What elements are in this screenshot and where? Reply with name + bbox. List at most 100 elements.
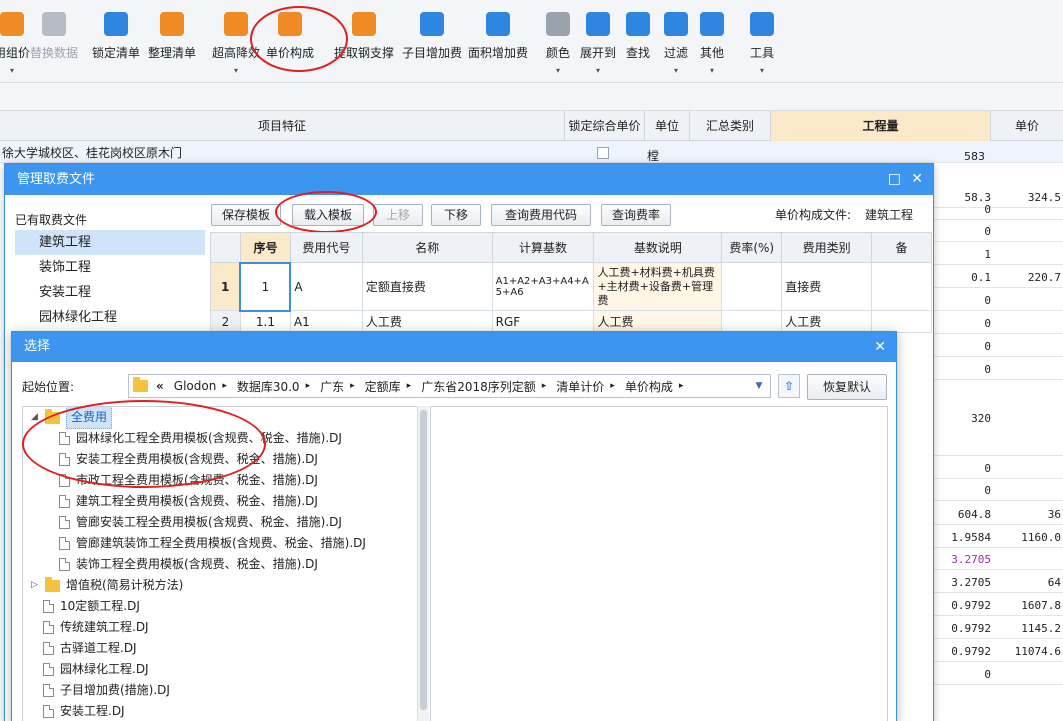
- breadcrumb-separator-icon[interactable]: ▸: [610, 381, 615, 391]
- table-row[interactable]: 1 1 A 定额直接费 A1+A2+A3+A4+A5+A6 人工费+材料费+机具…: [210, 261, 932, 312]
- table-row[interactable]: 3.2705: [934, 548, 1063, 570]
- col-header-remark[interactable]: 备: [871, 232, 932, 263]
- toolbar-button-4[interactable]: 整理清单: [148, 12, 196, 82]
- cell-base[interactable]: RGF: [491, 310, 595, 333]
- col-header-name[interactable]: 名称: [361, 232, 493, 263]
- col-header-category[interactable]: 费用类别: [781, 232, 873, 263]
- dropdown-caret-icon[interactable]: ▾: [596, 67, 600, 75]
- table-row[interactable]: 0: [934, 663, 1063, 685]
- breadcrumb-segment[interactable]: 数据库30.0: [237, 378, 300, 395]
- table-row[interactable]: 0: [934, 457, 1063, 479]
- cell-category[interactable]: 人工费: [781, 310, 873, 333]
- cell-remark[interactable]: [871, 310, 932, 333]
- cell-name[interactable]: 人工费: [361, 310, 493, 333]
- col-header-summary-category[interactable]: 汇总类别: [690, 111, 771, 141]
- col-header-seq[interactable]: 序号: [239, 232, 291, 263]
- close-icon[interactable]: ✕: [874, 332, 886, 363]
- toolbar-button-11[interactable]: 展开到 ▾: [580, 12, 616, 82]
- tree-item[interactable]: 子目增加费(措施).DJ: [23, 680, 425, 701]
- col-header-unit-price[interactable]: 单价: [991, 111, 1063, 141]
- cell-remark[interactable]: [871, 262, 932, 311]
- fee-category-item[interactable]: 建筑工程: [15, 230, 205, 255]
- breadcrumb-separator-icon[interactable]: ▸: [679, 381, 684, 391]
- table-row[interactable]: 0.9792 11074.6: [934, 640, 1063, 662]
- breadcrumb-segment[interactable]: Glodon: [174, 379, 217, 393]
- table-row[interactable]: 1: [934, 243, 1063, 265]
- cell-seq[interactable]: 1: [239, 261, 292, 312]
- tree-item[interactable]: 古驿道工程.DJ: [23, 638, 425, 659]
- restore-default-button[interactable]: 恢复默认: [807, 374, 887, 400]
- query-fee-code-button[interactable]: 查询费用代码: [491, 204, 591, 226]
- row-index[interactable]: 1: [210, 262, 241, 311]
- move-up-button[interactable]: 上移: [373, 204, 423, 226]
- tree-item[interactable]: 安装工程.DJ: [23, 701, 425, 721]
- breadcrumb-segment[interactable]: 广东省2018序列定额: [421, 378, 536, 395]
- breadcrumb-segment[interactable]: 单价构成: [625, 378, 673, 395]
- row-index[interactable]: 2: [210, 310, 241, 333]
- breadcrumb-segment[interactable]: 广东: [320, 378, 344, 395]
- close-icon[interactable]: ✕: [911, 164, 923, 195]
- col-header-lock-price[interactable]: 锁定综合单价: [565, 111, 645, 141]
- toolbar-button-8[interactable]: 子目增加费: [402, 12, 462, 82]
- breadcrumb-back-icon[interactable]: «: [156, 379, 164, 393]
- cell-rate[interactable]: [721, 262, 783, 311]
- move-down-button[interactable]: 下移: [431, 204, 481, 226]
- table-row[interactable]: 3.2705 64: [934, 571, 1063, 593]
- table-row[interactable]: 320: [934, 380, 1063, 456]
- maximize-icon[interactable]: □: [888, 164, 901, 195]
- toolbar-button-2[interactable]: 替换数据: [30, 12, 78, 82]
- toolbar-button-3[interactable]: 锁定清单: [92, 12, 140, 82]
- dropdown-caret-icon[interactable]: ▾: [556, 67, 560, 75]
- table-row[interactable]: 0: [934, 312, 1063, 334]
- toolbar-button-10[interactable]: 颜色 ▾: [546, 12, 570, 82]
- col-header-unit[interactable]: 单位: [645, 111, 690, 141]
- tree-scrollbar[interactable]: [417, 406, 429, 721]
- table-row[interactable]: 0: [934, 358, 1063, 380]
- path-breadcrumb[interactable]: « Glodon ▸ 数据库30.0 ▸ 广东 ▸ 定额库 ▸ 广东省2018序列定额 ▸ 清单计价…: [128, 374, 771, 398]
- scrollbar-thumb[interactable]: [420, 410, 427, 710]
- cell-code[interactable]: A1: [289, 310, 363, 333]
- toolbar-button-13[interactable]: 过滤 ▾: [664, 12, 688, 82]
- dropdown-caret-icon[interactable]: ▾: [760, 67, 764, 75]
- fee-category-item[interactable]: 安装工程: [15, 280, 205, 305]
- col-header-base[interactable]: 计算基数: [491, 232, 595, 263]
- breadcrumb-separator-icon[interactable]: ▸: [542, 381, 547, 391]
- grid-row-first[interactable]: 徐大学城校区、桂花岗校区原木门 樘 583: [0, 141, 1063, 163]
- cell-base[interactable]: A1+A2+A3+A4+A5+A6: [491, 262, 595, 311]
- table-row[interactable]: 0: [934, 220, 1063, 242]
- toolbar-button-1[interactable]: 用组价 ▾: [0, 12, 30, 82]
- breadcrumb-separator-icon[interactable]: ▸: [222, 381, 227, 391]
- breadcrumb-segment[interactable]: 清单计价: [556, 378, 604, 395]
- dropdown-caret-icon[interactable]: ▾: [10, 67, 14, 75]
- table-row[interactable]: 604.8 36: [934, 503, 1063, 525]
- col-header-base-desc[interactable]: 基数说明: [593, 232, 723, 263]
- lock-price-checkbox[interactable]: [597, 147, 609, 159]
- fee-category-item[interactable]: 园林绿化工程: [15, 305, 205, 330]
- table-row[interactable]: 0: [934, 289, 1063, 311]
- cell-base-desc[interactable]: 人工费: [593, 310, 723, 333]
- tree-item[interactable]: 装饰工程全费用模板(含规费、税金、措施).DJ: [23, 554, 425, 575]
- cell-seq[interactable]: 1.1: [239, 310, 291, 333]
- col-header-rate[interactable]: 费率(%): [721, 232, 783, 263]
- path-dropdown-icon[interactable]: ▼: [749, 375, 769, 397]
- dropdown-caret-icon[interactable]: ▾: [674, 67, 678, 75]
- col-header-code[interactable]: 费用代号: [289, 232, 363, 263]
- table-row[interactable]: 0.9792 1145.2: [934, 617, 1063, 639]
- tree-item[interactable]: 10定额工程.DJ: [23, 596, 425, 617]
- tree-item[interactable]: 园林绿化工程.DJ: [23, 659, 425, 680]
- table-row[interactable]: 0: [934, 335, 1063, 357]
- tree-item[interactable]: ▷ 增值税(简易计税方法): [23, 575, 425, 596]
- breadcrumb-separator-icon[interactable]: ▸: [407, 381, 412, 391]
- expand-arrow-icon[interactable]: ▷: [31, 575, 45, 596]
- save-template-button[interactable]: 保存模板: [211, 204, 281, 226]
- breadcrumb-separator-icon[interactable]: ▸: [350, 381, 355, 391]
- table-row[interactable]: 1.9584 1160.0: [934, 526, 1063, 548]
- dropdown-caret-icon[interactable]: ▾: [710, 67, 714, 75]
- cell-category[interactable]: 直接费: [781, 262, 873, 311]
- table-row[interactable]: 0: [934, 479, 1063, 501]
- cell-rate[interactable]: [721, 310, 783, 333]
- col-header-quantity[interactable]: 工程量: [771, 111, 991, 141]
- toolbar-button-15[interactable]: 工具 ▾: [750, 12, 774, 82]
- table-row[interactable]: 0.1 220.7: [934, 266, 1063, 288]
- table-row[interactable]: 0.9792 1607.8: [934, 594, 1063, 616]
